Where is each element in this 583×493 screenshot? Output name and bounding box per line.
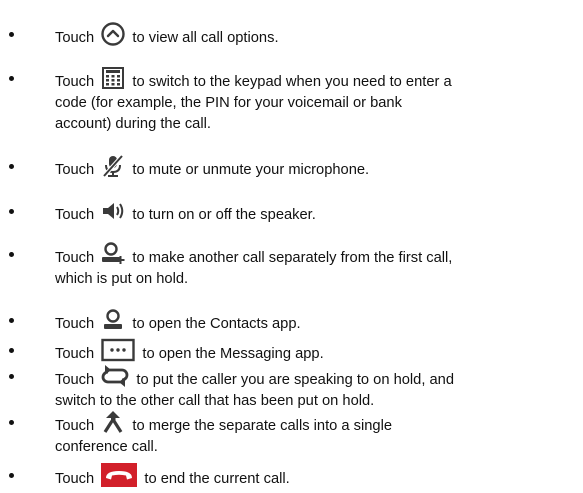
item-text: to mute or unmute your microphone.: [132, 162, 370, 178]
messaging-icon: [101, 338, 135, 362]
touch-label: Touch: [55, 162, 95, 178]
touch-label: Touch: [55, 316, 95, 332]
item-text: to open the Contacts app.: [132, 316, 301, 332]
contacts-icon: [101, 308, 125, 332]
bullet: [9, 348, 14, 353]
swap-calls-icon: [101, 364, 129, 388]
bullet: [9, 252, 14, 257]
bullet: [9, 209, 14, 214]
touch-label: Touch: [55, 418, 95, 434]
item-text: to put the caller you are speaking to on…: [136, 372, 455, 388]
item-text-line: switch to the other call that has been p…: [55, 393, 375, 409]
bullet: [9, 164, 14, 169]
touch-label: Touch: [55, 74, 95, 90]
bullet: [9, 420, 14, 425]
speaker-icon: [101, 199, 125, 223]
touch-label: Touch: [55, 372, 95, 388]
item-text-line: account) during the call.: [55, 116, 211, 132]
bullet: [9, 374, 14, 379]
bullet: [9, 473, 14, 478]
bullet: [9, 76, 14, 81]
touch-label: Touch: [55, 30, 95, 46]
mute-microphone-icon: [101, 154, 125, 178]
item-text: to view all call options.: [132, 30, 279, 46]
touch-label: Touch: [55, 471, 95, 487]
chevron-up-circle-icon: [101, 22, 125, 46]
item-text: to end the current call.: [144, 471, 290, 487]
item-text: to turn on or off the speaker.: [132, 207, 316, 223]
keypad-icon: [101, 66, 125, 90]
item-text: to open the Messaging app.: [142, 346, 324, 362]
item-text: to switch to the keypad when you need to…: [132, 74, 452, 90]
touch-label: Touch: [55, 207, 95, 223]
merge-calls-icon: [101, 410, 125, 434]
bullet: [9, 318, 14, 323]
item-text: to make another call separately from the…: [132, 250, 453, 266]
item-text: to merge the separate calls into a singl…: [132, 418, 393, 434]
item-text-line: code (for example, the PIN for your voic…: [55, 95, 402, 111]
add-call-icon: [101, 242, 125, 266]
end-call-icon: [101, 463, 138, 487]
bullet: [9, 32, 14, 37]
touch-label: Touch: [55, 346, 95, 362]
touch-label: Touch: [55, 250, 95, 266]
item-text-line: which is put on hold.: [55, 271, 189, 287]
item-text-line: conference call.: [55, 439, 158, 455]
